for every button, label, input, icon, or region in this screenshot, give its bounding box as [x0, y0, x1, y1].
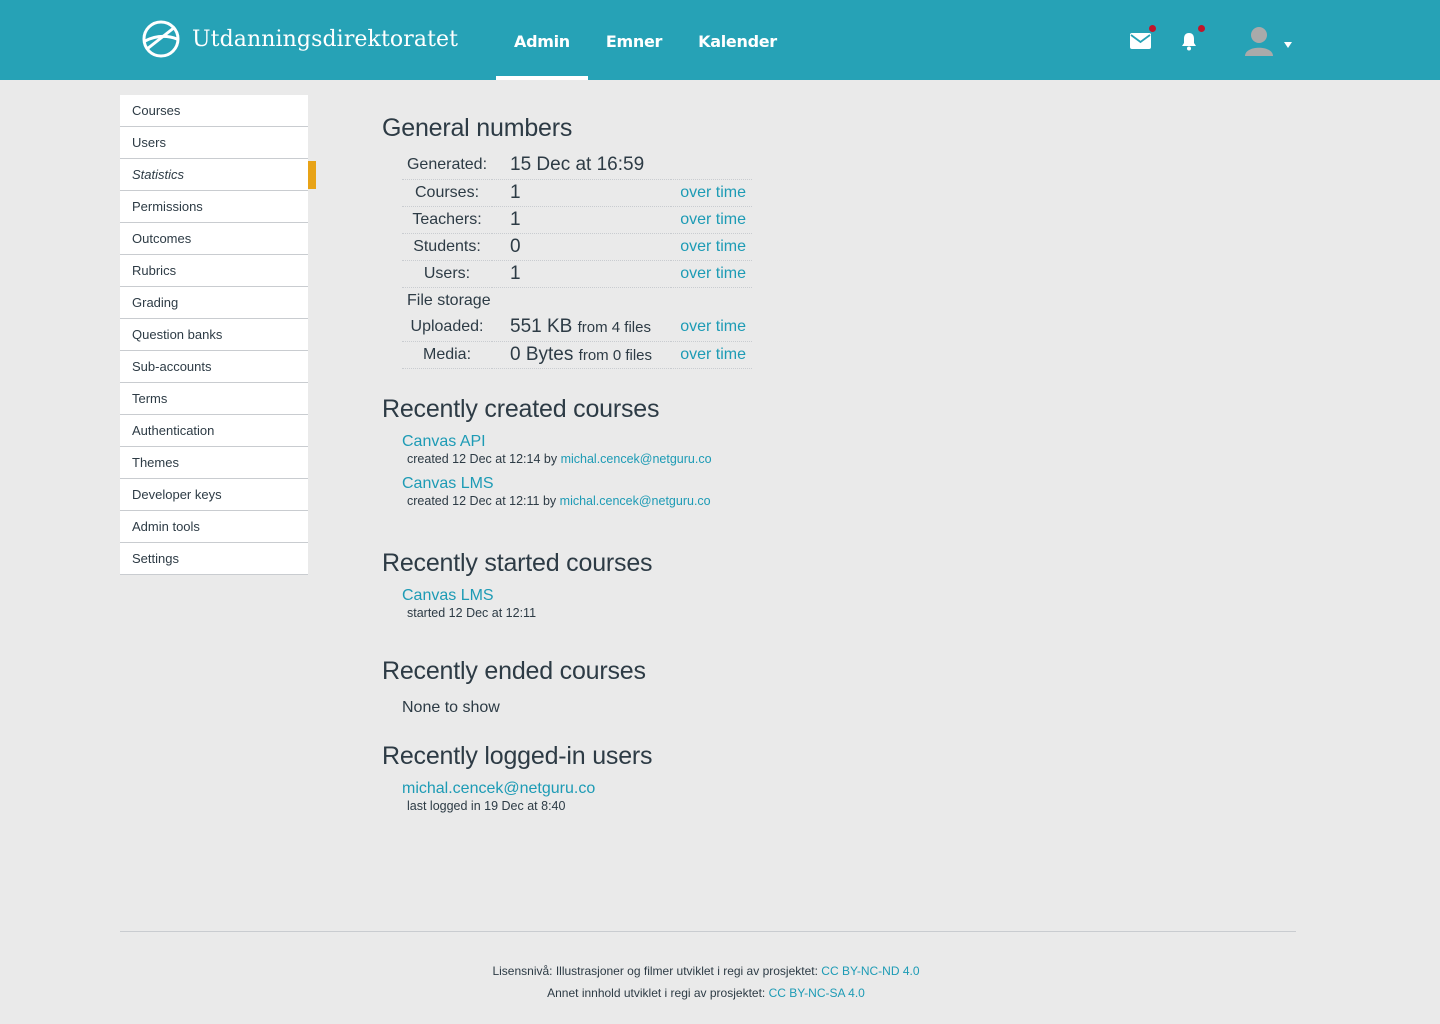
- footer-line-2: Annet innhold utviklet i regi av prosjek…: [0, 982, 1412, 1004]
- sidebar-item-statistics[interactable]: Statistics: [120, 159, 316, 191]
- stat-value: 1: [492, 206, 672, 234]
- stat-value: 1: [492, 179, 672, 207]
- nav-admin[interactable]: Admin: [496, 0, 588, 80]
- logo-icon: [142, 20, 180, 58]
- recently-logged-in-heading: Recently logged-in users: [382, 742, 653, 770]
- admin-sidebar: Courses Users Statistics Permissions Out…: [120, 95, 316, 575]
- stat-row-users: Users: 1 over time: [402, 260, 752, 288]
- recently-started-heading: Recently started courses: [382, 549, 653, 577]
- course-meta-text: created 12 Dec at 12:14 by: [407, 452, 558, 466]
- over-time-link[interactable]: over time: [680, 346, 746, 363]
- main-nav: Admin Emner Kalender: [496, 0, 795, 80]
- stat-value: 551 KB from 4 files: [492, 314, 672, 342]
- recently-ended-heading: Recently ended courses: [382, 657, 646, 685]
- recently-created-section: Recently created courses Canvas API crea…: [382, 395, 712, 508]
- recently-logged-in-section: Recently logged-in users michal.cencek@n…: [382, 742, 653, 813]
- sidebar-item-terms[interactable]: Terms: [120, 383, 308, 415]
- stat-row-uploaded: Uploaded: 551 KB from 4 files over time: [402, 314, 752, 342]
- over-time-link[interactable]: over time: [680, 184, 746, 201]
- course-link[interactable]: Canvas API: [402, 433, 712, 451]
- list-item: Canvas LMS started 12 Dec at 12:11: [382, 587, 652, 620]
- general-numbers-heading: General numbers: [382, 114, 573, 142]
- user-link[interactable]: michal.cencek@netguru.co: [560, 494, 711, 508]
- stat-row-media: Media: 0 Bytes from 0 files over time: [402, 341, 752, 369]
- recently-created-heading: Recently created courses: [382, 395, 660, 423]
- file-storage-label: File storage: [407, 291, 491, 309]
- nav-kalender[interactable]: Kalender: [680, 0, 795, 80]
- user-link[interactable]: michal.cencek@netguru.co: [561, 452, 712, 466]
- list-item: Canvas API created 12 Dec at 12:14 by mi…: [382, 433, 712, 466]
- stat-label: Media:: [402, 341, 492, 369]
- stat-value: 0: [492, 233, 672, 261]
- mail-notification-dot: [1149, 25, 1156, 32]
- over-time-link[interactable]: over time: [680, 211, 746, 228]
- license-link[interactable]: CC BY-NC-SA 4.0: [769, 986, 865, 1000]
- over-time-link[interactable]: over time: [680, 238, 746, 255]
- sidebar-item-outcomes[interactable]: Outcomes: [120, 223, 308, 255]
- sidebar-item-users[interactable]: Users: [120, 127, 308, 159]
- sidebar-item-themes[interactable]: Themes: [120, 447, 308, 479]
- sidebar-item-courses[interactable]: Courses: [120, 95, 308, 127]
- user-link[interactable]: michal.cencek@netguru.co: [402, 780, 652, 798]
- top-header: Utdanningsdirektoratet Admin Emner Kalen…: [0, 0, 1440, 80]
- recently-started-section: Recently started courses Canvas LMS star…: [382, 549, 653, 620]
- list-item: michal.cencek@netguru.co last logged in …: [382, 780, 652, 813]
- empty-state: None to show: [402, 699, 500, 716]
- media-size: 0 Bytes: [510, 343, 574, 365]
- footer-divider: [120, 931, 1296, 932]
- list-item: Canvas LMS created 12 Dec at 12:11 by mi…: [382, 475, 712, 508]
- course-meta: created 12 Dec at 12:11 by michal.cencek…: [407, 494, 712, 508]
- user-meta: last logged in 19 Dec at 8:40: [407, 799, 566, 813]
- media-files: from 0 files: [578, 346, 653, 364]
- footer-text: Lisensnivå: Illustrasjoner og filmer utv…: [492, 964, 818, 978]
- footer: Lisensnivå: Illustrasjoner og filmer utv…: [0, 960, 1412, 1004]
- stat-row-courses: Courses: 1 over time: [402, 179, 752, 207]
- sidebar-item-settings[interactable]: Settings: [120, 543, 308, 575]
- stat-row-teachers: Teachers: 1 over time: [402, 206, 752, 234]
- course-meta-text: created 12 Dec at 12:11 by: [407, 494, 557, 508]
- sidebar-item-admin-tools[interactable]: Admin tools: [120, 511, 308, 543]
- stat-label: Students:: [402, 233, 492, 261]
- nav-emner[interactable]: Emner: [588, 0, 680, 80]
- sidebar-item-developer-keys[interactable]: Developer keys: [120, 479, 308, 511]
- course-link[interactable]: Canvas LMS: [402, 475, 712, 493]
- mail-icon[interactable]: [1130, 25, 1156, 49]
- chevron-down-icon[interactable]: [1283, 34, 1293, 48]
- uploaded-files: from 4 files: [577, 319, 651, 337]
- footer-line-1: Lisensnivå: Illustrasjoner og filmer utv…: [0, 960, 1412, 982]
- course-meta: started 12 Dec at 12:11: [407, 606, 537, 620]
- stat-label: Teachers:: [402, 206, 492, 234]
- recently-ended-section: Recently ended courses None to show: [382, 657, 646, 717]
- over-time-link[interactable]: over time: [680, 318, 746, 335]
- stat-label: Uploaded:: [402, 314, 492, 342]
- stat-label: Courses:: [402, 179, 492, 207]
- sidebar-item-sub-accounts[interactable]: Sub-accounts: [120, 351, 308, 383]
- bell-icon[interactable]: [1180, 25, 1205, 51]
- course-meta: created 12 Dec at 12:14 by michal.cencek…: [407, 452, 712, 466]
- stat-label: Generated:: [402, 152, 492, 180]
- sidebar-item-question-banks[interactable]: Question banks: [120, 319, 308, 351]
- sidebar-item-permissions[interactable]: Permissions: [120, 191, 308, 223]
- course-link[interactable]: Canvas LMS: [402, 587, 652, 605]
- uploaded-size: 551 KB: [510, 316, 573, 338]
- stat-value: 0 Bytes from 0 files: [492, 341, 672, 369]
- license-link[interactable]: CC BY-NC-ND 4.0: [821, 964, 919, 978]
- stat-value: 15 Dec at 16:59: [492, 152, 752, 180]
- footer-text: Annet innhold utviklet i regi av prosjek…: [547, 986, 766, 1000]
- sidebar-item-authentication[interactable]: Authentication: [120, 415, 308, 447]
- sidebar-item-rubrics[interactable]: Rubrics: [120, 255, 308, 287]
- bell-notification-dot: [1198, 25, 1205, 32]
- stat-row-generated: Generated: 15 Dec at 16:59: [402, 152, 752, 180]
- brand-name: Utdanningsdirektoratet: [192, 26, 459, 52]
- general-numbers-table: Generated: 15 Dec at 16:59 Courses: 1 ov…: [402, 152, 752, 369]
- sidebar-item-grading[interactable]: Grading: [120, 287, 308, 319]
- stat-value: 1: [492, 260, 672, 288]
- stat-label: Users:: [402, 260, 492, 288]
- stat-row-file-storage: File storage: [402, 287, 752, 314]
- over-time-link[interactable]: over time: [680, 265, 746, 282]
- stat-row-students: Students: 0 over time: [402, 233, 752, 261]
- avatar-icon[interactable]: [1244, 24, 1274, 56]
- brand-logo[interactable]: Utdanningsdirektoratet: [141, 19, 458, 59]
